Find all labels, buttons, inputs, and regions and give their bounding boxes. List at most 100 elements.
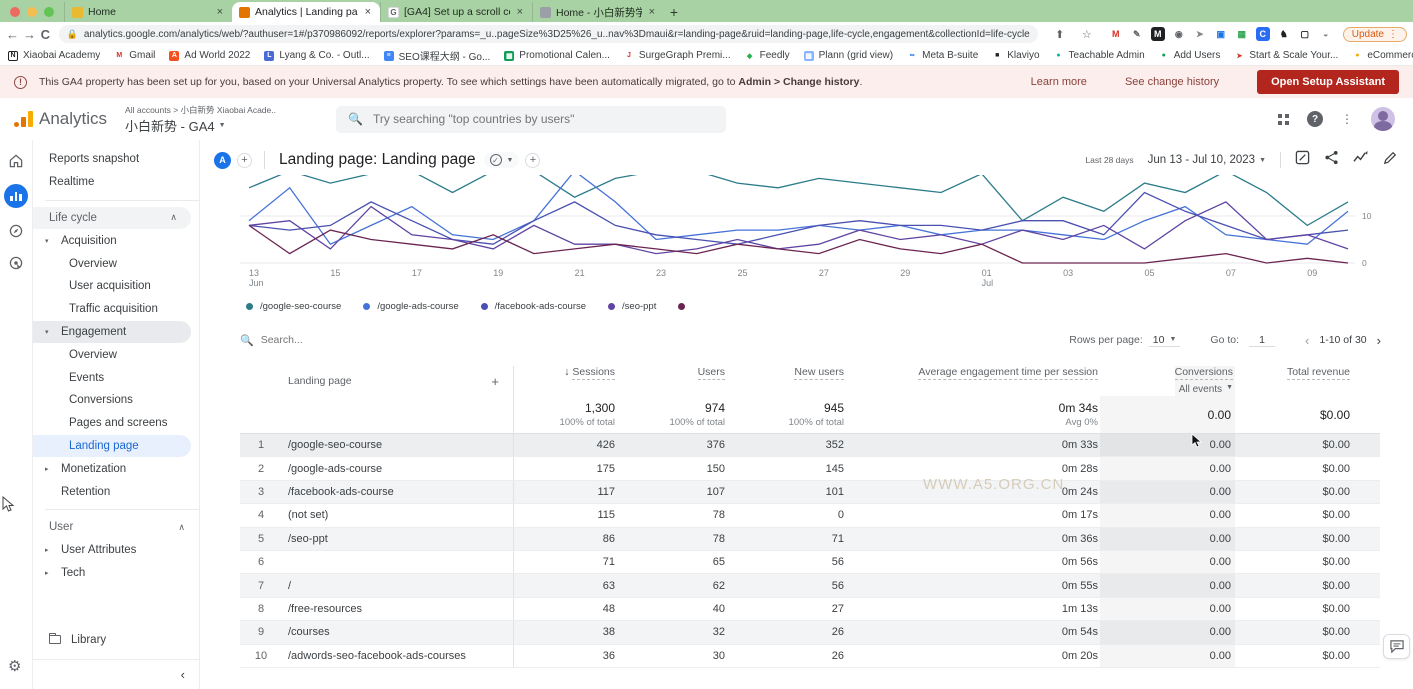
- report-saved-chip[interactable]: ✓ ▼: [484, 152, 520, 168]
- blue-extension-icon[interactable]: ▣: [1214, 27, 1228, 41]
- camera-extension-icon[interactable]: ◉: [1172, 27, 1186, 41]
- sidebar-item-reports-snapshot[interactable]: Reports snapshot: [33, 148, 199, 171]
- next-page-icon[interactable]: ›: [1373, 333, 1385, 348]
- add-comparison-button[interactable]: +: [237, 153, 252, 168]
- tab-close-icon[interactable]: ×: [363, 6, 373, 18]
- table-row[interactable]: 10/adwords-seo-facebook-ads-courses36302…: [240, 645, 1380, 668]
- help-icon[interactable]: ?: [1307, 111, 1323, 127]
- goto-page-input[interactable]: [1249, 334, 1275, 347]
- tab-close-icon[interactable]: ×: [515, 6, 525, 18]
- legend-item[interactable]: /facebook-ads-course: [481, 301, 586, 312]
- table-row[interactable]: 1/google-seo-course4263763520m 33s0.00$0…: [240, 434, 1380, 457]
- home-icon[interactable]: [7, 152, 25, 170]
- pin-extension-icon[interactable]: ♞: [1277, 27, 1291, 41]
- chevron-up-icon[interactable]: ∧: [170, 212, 177, 223]
- bookmark-item[interactable]: LLyang & Co. - Outl...: [264, 50, 369, 61]
- tab-close-icon[interactable]: ×: [647, 6, 657, 18]
- column-sessions[interactable]: ↓ Sessions: [564, 366, 617, 378]
- gmail-extension-icon[interactable]: M: [1109, 27, 1123, 41]
- minimize-window-button[interactable]: [27, 7, 37, 17]
- share-icon[interactable]: ⬆: [1050, 28, 1070, 41]
- chevron-right-icon[interactable]: ▸: [45, 569, 49, 577]
- chevron-down-icon[interactable]: ▾: [45, 237, 49, 245]
- property-selector[interactable]: 小白新势 - GA4▼: [125, 116, 276, 135]
- browser-update-button[interactable]: Update⋮: [1343, 27, 1407, 42]
- bookmark-item[interactable]: ▦Promotional Calen...: [504, 50, 610, 61]
- sidebar-item-overview[interactable]: Overview: [33, 252, 199, 275]
- compare-report-icon[interactable]: [1295, 150, 1310, 170]
- bookmark-item[interactable]: ◆Feedly: [745, 50, 790, 61]
- table-row[interactable]: 67165560m 56s0.00$0.00: [240, 551, 1380, 574]
- bookmark-star-icon[interactable]: ☆: [1077, 28, 1097, 41]
- sidebar-item-pages-and-screens[interactable]: Pages and screens: [33, 412, 199, 435]
- sidebar-item-monetization[interactable]: ▸Monetization: [33, 457, 199, 480]
- see-change-history-link[interactable]: See change history: [1125, 76, 1219, 88]
- chevron-down-icon[interactable]: ▾: [45, 328, 49, 336]
- chevron-up-icon[interactable]: ∧: [178, 522, 185, 533]
- cursor-extension-icon[interactable]: ➤: [1193, 27, 1207, 41]
- chevron-right-icon[interactable]: ▸: [45, 546, 49, 554]
- forward-icon[interactable]: →: [23, 27, 36, 42]
- sidebar-item-user[interactable]: User∧: [33, 516, 199, 539]
- feedback-button[interactable]: [1383, 634, 1410, 659]
- sidebar-item-conversions[interactable]: Conversions: [33, 389, 199, 412]
- add-report-button[interactable]: +: [525, 153, 540, 168]
- pen-extension-icon[interactable]: ✎: [1130, 27, 1144, 41]
- date-range-picker[interactable]: Jun 13 - Jul 10, 2023▼: [1148, 154, 1266, 166]
- m-extension-icon[interactable]: M: [1151, 27, 1165, 41]
- add-dimension-icon[interactable]: +: [491, 374, 499, 389]
- reload-icon[interactable]: C: [40, 27, 51, 42]
- table-row[interactable]: 9/courses3832260m 54s0.00$0.00: [240, 621, 1380, 644]
- conversions-event-filter[interactable]: All events ▼: [1179, 384, 1233, 395]
- bookmark-item[interactable]: ●eCommerce Case...: [1352, 50, 1413, 61]
- sidebar-item-realtime[interactable]: Realtime: [33, 171, 199, 194]
- edit-report-icon[interactable]: [1383, 151, 1397, 170]
- table-row[interactable]: 3/facebook-ads-course1171071010m 24s0.00…: [240, 481, 1380, 504]
- ga-search-bar[interactable]: 🔍: [336, 106, 726, 133]
- table-search-input[interactable]: [261, 334, 461, 346]
- sidebar-item-retention[interactable]: Retention: [33, 480, 199, 503]
- google-apps-icon[interactable]: [1278, 114, 1289, 125]
- bookmark-item[interactable]: NXiaobai Academy: [8, 50, 100, 61]
- header-kebab-icon[interactable]: ⋮: [1341, 112, 1353, 126]
- comparison-chip[interactable]: A: [214, 152, 231, 169]
- column-landing-page[interactable]: Landing page +: [284, 366, 514, 396]
- sessions-line-chart[interactable]: 01013Jun151719212325272901Jul03050709 /g…: [200, 175, 1413, 314]
- green-extension-icon[interactable]: ▦: [1235, 27, 1249, 41]
- table-row[interactable]: 8/free-resources4840271m 13s0.00$0.00: [240, 598, 1380, 621]
- insights-icon[interactable]: [1353, 150, 1369, 170]
- box-extension-icon[interactable]: ▢: [1298, 27, 1312, 41]
- column-total-revenue[interactable]: Total revenue: [1287, 366, 1352, 378]
- sidebar-item-traffic-acquisition[interactable]: Traffic acquisition: [33, 298, 199, 321]
- open-setup-assistant-button[interactable]: Open Setup Assistant: [1257, 70, 1399, 94]
- close-window-button[interactable]: [10, 7, 20, 17]
- c-extension-icon[interactable]: C: [1256, 27, 1270, 41]
- sidebar-item-library[interactable]: Library: [33, 628, 199, 651]
- table-row[interactable]: 2/google-ads-course1751501450m 28s0.00$0…: [240, 457, 1380, 480]
- zoom-window-button[interactable]: [44, 7, 54, 17]
- legend-item[interactable]: /google-ads-course: [363, 301, 458, 312]
- admin-gear-icon[interactable]: ⚙: [8, 657, 21, 675]
- chevron-right-icon[interactable]: ▸: [45, 465, 49, 473]
- sidebar-item-events[interactable]: Events: [33, 366, 199, 389]
- browser-tab[interactable]: Home - 小白新势学院×: [532, 2, 664, 22]
- legend-item[interactable]: /google-seo-course: [246, 301, 341, 312]
- sidebar-item-overview[interactable]: Overview: [33, 343, 199, 366]
- sidebar-item-user-attributes[interactable]: ▸User Attributes: [33, 539, 199, 562]
- learn-more-link[interactable]: Learn more: [1031, 76, 1087, 88]
- browser-tab[interactable]: Analytics | Landing page: Land×: [232, 2, 380, 22]
- ga-search-input[interactable]: [373, 112, 714, 126]
- sidebar-item-user-acquisition[interactable]: User acquisition: [33, 275, 199, 298]
- bookmark-item[interactable]: ▦Plann (grid view): [804, 50, 893, 61]
- bookmark-item[interactable]: ➤Start & Scale Your...: [1234, 50, 1338, 61]
- back-icon[interactable]: ←: [6, 27, 19, 42]
- collapse-sidenav-button[interactable]: ‹: [33, 659, 199, 689]
- new-tab-button[interactable]: +: [664, 2, 684, 22]
- bookmark-item[interactable]: ∞Meta B-suite: [907, 50, 978, 61]
- bookmark-item[interactable]: JSurgeGraph Premi...: [624, 50, 731, 61]
- avatar[interactable]: [1371, 107, 1395, 131]
- sidebar-item-tech[interactable]: ▸Tech: [33, 562, 199, 585]
- browser-tab[interactable]: Home×: [64, 2, 232, 22]
- advertising-icon[interactable]: [7, 254, 25, 272]
- share-report-icon[interactable]: [1324, 150, 1339, 170]
